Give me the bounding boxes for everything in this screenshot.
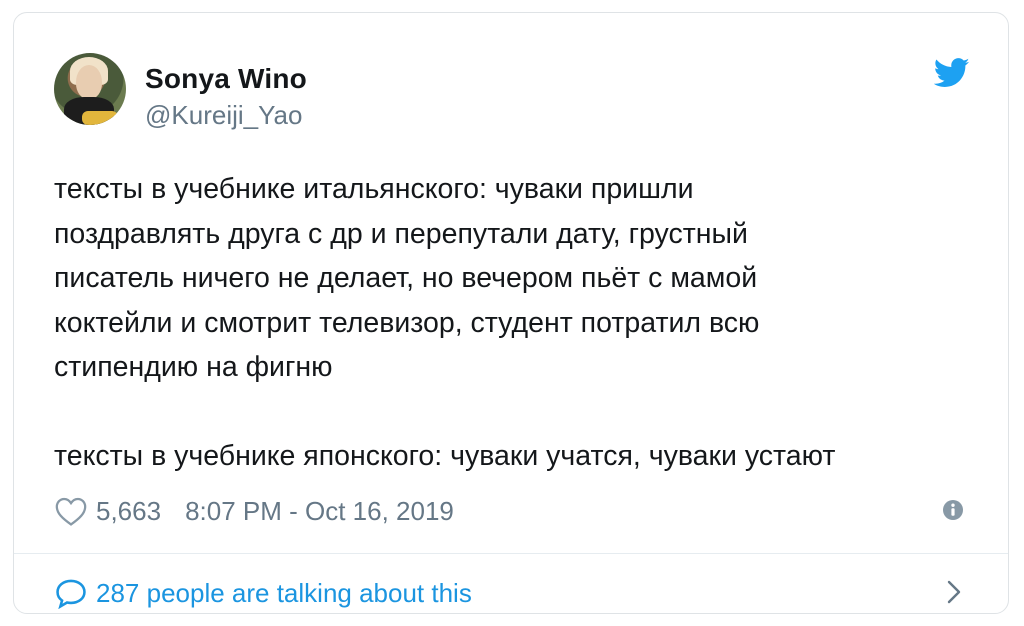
info-icon[interactable] [942, 499, 964, 521]
like-count[interactable]: 5,663 [96, 496, 161, 527]
author-name[interactable]: Sonya Wino [145, 63, 307, 95]
chevron-right-icon[interactable] [944, 579, 964, 605]
conversation-label[interactable]: 287 people are talking about this [96, 578, 472, 609]
avatar-face [76, 65, 102, 99]
divider [14, 553, 1008, 554]
conversation-link[interactable]: 287 people are talking about this [54, 573, 974, 613]
tweet-timestamp[interactable]: 8:07 PM - Oct 16, 2019 [185, 496, 454, 527]
twitter-bird-icon[interactable] [934, 58, 970, 88]
avatar[interactable] [54, 53, 126, 125]
tweet-meta: 5,663 8:07 PM - Oct 16, 2019 [54, 493, 454, 529]
tweet-card[interactable]: Sonya Wino @Kureiji_Yao тексты в учебник… [13, 12, 1009, 614]
speech-bubble-icon [56, 579, 86, 609]
avatar-object [82, 111, 118, 125]
heart-icon[interactable] [54, 495, 88, 527]
tweet-text: тексты в учебнике итальянского: чуваки п… [54, 173, 836, 472]
author-handle[interactable]: @Kureiji_Yao [145, 100, 302, 131]
